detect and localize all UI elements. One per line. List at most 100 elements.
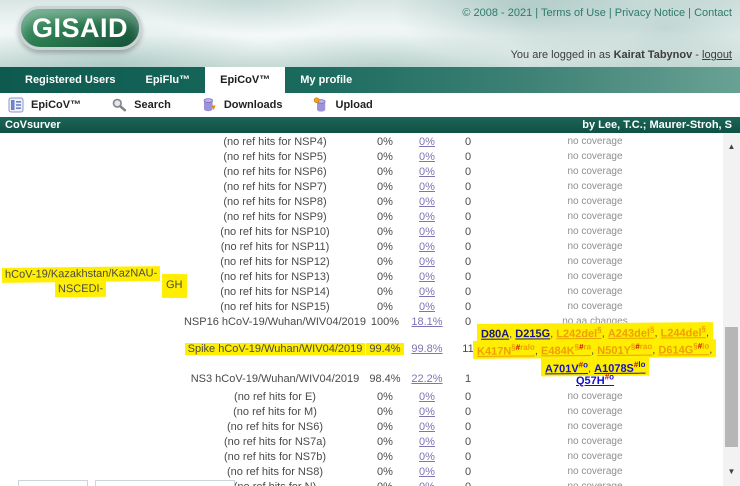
page-title: CoVsurver [5,117,61,133]
identity-percent: 0% [377,286,393,298]
identity-percent-cell: 0% [362,179,408,194]
reference-protein-label: (no ref hits for NSP5) [223,151,326,163]
coverage-percent-link[interactable]: 0% [419,466,435,478]
coverage-percent-link[interactable]: 0% [419,286,435,298]
no-coverage-note: no coverage [567,211,622,222]
identity-percent: 0% [377,391,393,403]
coverage-percent-link[interactable]: 0% [419,421,435,433]
coverage-percent-link[interactable]: 0% [419,241,435,253]
coverage-percent-link[interactable]: 0% [419,226,435,238]
scroll-up-icon[interactable]: ▲ [723,139,740,153]
coverage-percent-link[interactable]: 0% [419,271,435,283]
table-row: (no ref hits for NSP15)0%0%0no coverage [0,299,723,314]
coverage-percent-link[interactable]: 0% [419,151,435,163]
mutation-link-e484k[interactable]: E484K§#ra [541,345,591,357]
coverage-percent-link[interactable]: 0% [419,211,435,223]
no-coverage-note: no coverage [567,286,622,297]
coverage-percent-link[interactable]: 0% [419,451,435,463]
aa-changes-cell: no coverage [486,479,704,486]
reference-protein-label: (no ref hits for NSP14) [220,286,329,298]
identity-percent-cell: 0% [362,149,408,164]
identity-percent-cell: 0% [362,224,408,239]
mutation-link-q57h[interactable]: Q57H#o [576,375,614,387]
mutation-link-d614g[interactable]: D614G§#lo [659,344,710,356]
mutation-link-d215g[interactable]: D215G [515,327,550,339]
reference-protein-label: (no ref hits for NSP15) [220,301,329,313]
reference-protein-label: (no ref hits for NS7b) [224,451,326,463]
mutation-link-l244del[interactable]: L244del§ [661,326,707,338]
mutation-link-d80a[interactable]: D80A [481,328,509,340]
coverage-percent-link[interactable]: 0% [419,181,435,193]
toolbar-item-upload[interactable]: Upload [313,97,373,113]
logout-link[interactable]: logout [702,49,732,61]
cutoff-button-left[interactable] [18,480,88,486]
coverage-percent-link[interactable]: 0% [419,136,435,148]
identity-percent: 0% [377,151,393,163]
mutation-count-cell: 0 [452,134,484,149]
identity-percent-cell: 0% [362,434,408,449]
identity-percent-cell: 98.4% [362,369,408,389]
identity-percent: 98.4% [369,373,400,385]
identity-percent-cell: 0% [362,164,408,179]
coverage-percent-link[interactable]: 22.2% [411,373,442,385]
coverage-percent-link[interactable]: 0% [419,391,435,403]
toolbar: EpiCoV™ Search Downloads Upload [0,93,740,117]
cutoff-button-right[interactable] [95,480,235,486]
aa-changes-cell: no coverage [486,179,704,194]
header-link-contact[interactable]: Contact [694,7,732,19]
mutation-count: 0 [465,436,471,448]
toolbar-item-search[interactable]: Search [111,97,171,113]
identity-percent-cell: 0% [362,239,408,254]
coverage-percent-link[interactable]: 0% [419,481,435,486]
mutation-link-l242del[interactable]: L242del§ [556,327,602,339]
coverage-percent-link[interactable]: 18.1% [411,316,442,328]
mutation-count: 0 [465,406,471,418]
aa-changes-cell: no coverage [486,284,704,299]
no-coverage-note: no coverage [567,136,622,147]
coverage-percent-link[interactable]: 0% [419,166,435,178]
coverage-percent-cell: 0% [404,284,450,299]
tab-my-profile[interactable]: My profile [285,67,367,93]
identity-percent-cell: 0% [362,419,408,434]
coverage-percent-cell: 0% [404,194,450,209]
mutation-line: Q57H#o [576,370,614,388]
mutation-count: 0 [465,316,471,328]
mutation-link-k417n[interactable]: K417N§#ralo [477,345,535,357]
coverage-percent-cell: 22.2% [404,369,450,389]
coverage-percent-link[interactable]: 0% [419,406,435,418]
coverage-percent-cell: 99.8% [404,329,450,369]
table-row: (no ref hits for NSP4)0%0%0no coverage [0,134,723,149]
covsurver-title-bar: CoVsurver by Lee, T.C.; Maurer-Stroh, S [0,117,740,133]
identity-percent-cell: 0% [362,464,408,479]
vertical-scrollbar[interactable]: ▲ ▼ [723,133,740,486]
toolbar-item-downloads[interactable]: Downloads [201,97,283,113]
reference-protein-label: NSP16 hCoV-19/Wuhan/WIV04/2019 [184,316,366,328]
coverage-percent-link[interactable]: 0% [419,301,435,313]
reference-protein-label: Spike hCoV-19/Wuhan/WIV04/2019 [185,343,366,355]
tab-registered-users[interactable]: Registered Users [10,67,131,93]
identity-percent: 0% [377,256,393,268]
identity-percent-cell: 0% [362,284,408,299]
coverage-percent-link[interactable]: 0% [419,196,435,208]
coverage-percent-link[interactable]: 0% [419,256,435,268]
aa-changes-cell: no coverage [486,404,704,419]
tab-epiflu[interactable]: EpiFlu™ [131,67,206,93]
mutation-count: 0 [465,166,471,178]
scrollbar-thumb[interactable] [725,327,738,447]
logged-in-user: Kairat Tabynov [614,49,693,61]
tab-epicov[interactable]: EpiCoV™ [205,67,285,93]
coverage-percent-cell: 0% [404,239,450,254]
identity-percent: 0% [377,421,393,433]
identity-percent: 0% [377,241,393,253]
tab-bar: Registered UsersEpiFlu™EpiCoV™My profile [0,67,740,93]
mutation-link-n501y[interactable]: N501Y§#rao [598,344,653,356]
table-row: (no ref hits for NS8)0%0%0no coverage [0,464,723,479]
scroll-down-icon[interactable]: ▼ [723,464,740,478]
reference-protein-label: (no ref hits for NS8) [227,466,323,478]
toolbar-item-epicov[interactable]: EpiCoV™ [8,97,81,113]
header-link-privacy-notice[interactable]: Privacy Notice [615,7,685,19]
coverage-percent-link[interactable]: 0% [419,436,435,448]
header-link-terms-of-use[interactable]: Terms of Use [541,7,606,19]
coverage-percent-link[interactable]: 99.8% [411,343,442,355]
mutation-link-a243del[interactable]: A243del§ [608,327,655,339]
